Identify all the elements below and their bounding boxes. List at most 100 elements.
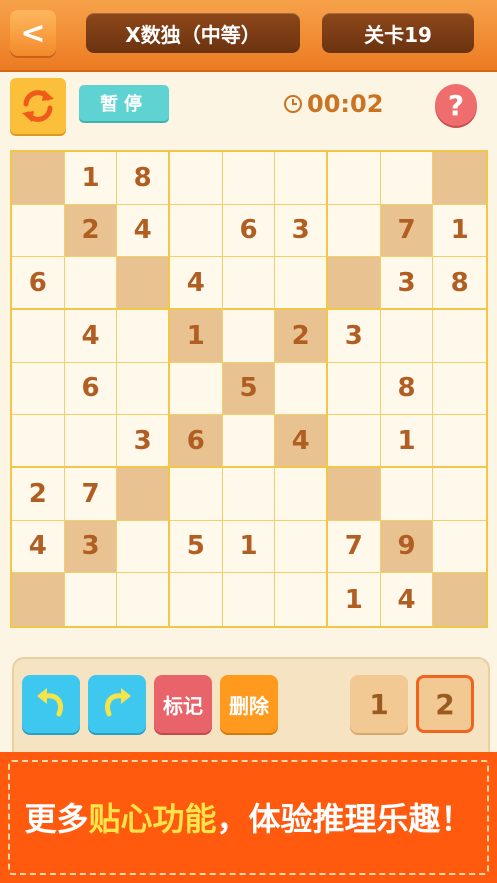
board-cell-r9c7[interactable]: 1 (328, 573, 381, 626)
board-cell-r6c7[interactable] (328, 415, 381, 468)
board-cell-r2c8[interactable]: 7 (380, 204, 434, 258)
board-cell-r5c8[interactable]: 8 (380, 362, 434, 416)
board-cell-r7c4[interactable] (170, 468, 223, 521)
board-cell-r3c6[interactable] (275, 257, 328, 310)
board-cell-r4c3[interactable] (117, 310, 170, 363)
board-cell-r5c3[interactable] (117, 362, 170, 416)
board-cell-r9c3[interactable] (117, 573, 170, 626)
back-button[interactable]: < (10, 10, 56, 56)
board-cell-r5c9[interactable] (433, 363, 486, 416)
board-cell-r3c8[interactable]: 3 (380, 257, 434, 310)
board-cell-r9c9[interactable] (433, 573, 486, 626)
clock-icon (284, 95, 302, 113)
board-cell-r1c4[interactable] (170, 152, 223, 205)
board-cell-r9c1[interactable] (12, 573, 65, 626)
toolbar: 暂停 00:02 ? (0, 72, 497, 140)
board-cell-r4c1[interactable] (12, 310, 65, 363)
delete-button[interactable]: 删除 (220, 675, 278, 733)
board-cell-r3c2[interactable] (64, 257, 118, 310)
board-cell-r2c5[interactable]: 6 (222, 204, 276, 258)
game-title: X数独（中等） (86, 13, 300, 53)
top-bar: < X数独（中等） 关卡19 (0, 0, 497, 72)
board-cell-r1c2[interactable]: 1 (64, 152, 118, 205)
undo-button[interactable] (22, 675, 80, 733)
board-cell-r8c8[interactable]: 9 (380, 520, 434, 574)
back-arrow-icon: < (20, 15, 46, 51)
board-cell-r7c6[interactable] (275, 468, 328, 521)
banner-highlight: 贴心功能 (88, 800, 217, 838)
board-cell-r3c5[interactable] (222, 257, 276, 310)
board-cell-r4c6[interactable]: 2 (275, 310, 328, 363)
board-cell-r6c2[interactable] (64, 415, 118, 468)
board-cell-r6c4[interactable]: 6 (170, 415, 223, 468)
board-cell-r8c1[interactable]: 4 (12, 520, 65, 574)
board-cell-r2c7[interactable] (328, 204, 381, 258)
board-cell-r7c5[interactable] (222, 468, 276, 521)
board-cell-r9c5[interactable] (223, 573, 276, 626)
board-cell-r2c3[interactable]: 4 (117, 204, 170, 258)
board-cell-r7c3[interactable] (117, 468, 170, 521)
board-cell-r5c2[interactable]: 6 (64, 362, 118, 416)
board-cell-r6c1[interactable] (12, 415, 65, 468)
board-cell-r9c6[interactable] (275, 573, 328, 626)
board-cell-r1c1[interactable] (12, 152, 65, 205)
board-cell-r1c7[interactable] (328, 152, 381, 205)
board-cell-r5c1[interactable] (12, 362, 65, 416)
redo-button[interactable] (88, 675, 146, 733)
board-cell-r5c5[interactable]: 5 (222, 362, 276, 416)
board-cell-r4c9[interactable] (433, 310, 486, 363)
mark-button[interactable]: 标记 (154, 675, 212, 733)
number-key-2[interactable]: 2 (416, 675, 474, 733)
board-cell-r1c5[interactable] (222, 152, 276, 205)
board-cell-r5c6[interactable] (275, 362, 328, 416)
board-cell-r4c4[interactable]: 1 (170, 310, 223, 363)
board-cell-r1c6[interactable] (275, 152, 328, 205)
number-key-1[interactable]: 1 (350, 675, 408, 733)
board-cell-r4c7[interactable]: 3 (328, 310, 381, 363)
board-cell-r7c8[interactable] (380, 468, 434, 521)
board-cell-r8c9[interactable] (433, 521, 486, 574)
board-cell-r7c7[interactable] (328, 468, 381, 521)
board-cell-r3c7[interactable] (328, 257, 381, 310)
board-cell-r2c1[interactable] (12, 204, 65, 258)
pause-button[interactable]: 暂停 (79, 85, 169, 121)
board-cell-r8c6[interactable] (275, 520, 328, 574)
board-cell-r3c4[interactable]: 4 (170, 257, 223, 310)
board-cell-r7c1[interactable]: 2 (12, 468, 65, 521)
board-cell-r2c2[interactable]: 2 (64, 204, 118, 258)
help-button[interactable]: ? (435, 84, 477, 126)
board-cell-r9c2[interactable] (65, 573, 118, 626)
board-cell-r2c9[interactable]: 1 (433, 205, 486, 258)
board-cell-r6c3[interactable]: 3 (117, 415, 170, 468)
board-cell-r6c6[interactable]: 4 (275, 415, 328, 468)
board-cell-r5c4[interactable] (170, 362, 223, 416)
board-cell-r4c5[interactable] (222, 310, 276, 363)
restart-button[interactable] (10, 78, 66, 134)
board-cell-r2c6[interactable]: 3 (275, 204, 328, 258)
promo-banner: 更多贴心功能，体验推理乐趣！ (0, 752, 497, 883)
board-cell-r3c1[interactable]: 6 (12, 257, 65, 310)
board-cell-r7c9[interactable] (433, 468, 486, 521)
board-cell-r5c7[interactable] (328, 362, 381, 416)
board-cell-r9c4[interactable] (170, 573, 223, 626)
board-cell-r1c8[interactable] (380, 152, 434, 205)
board-cell-r6c5[interactable] (222, 415, 276, 468)
board-cell-r8c2[interactable]: 3 (64, 520, 118, 574)
board-cell-r4c2[interactable]: 4 (64, 310, 118, 363)
board-cell-r8c7[interactable]: 7 (328, 520, 381, 574)
board-cell-r6c8[interactable]: 1 (380, 415, 434, 468)
board-cell-r6c9[interactable] (433, 415, 486, 468)
board-cell-r1c3[interactable]: 8 (117, 152, 170, 205)
board-cell-r8c3[interactable] (117, 520, 170, 574)
undo-icon (37, 688, 63, 717)
board-cell-r4c8[interactable] (380, 310, 434, 363)
board-cell-r2c4[interactable] (170, 204, 223, 258)
board-cell-r3c3[interactable] (117, 257, 170, 310)
board-cell-r8c5[interactable]: 1 (222, 520, 276, 574)
board-cell-r3c9[interactable]: 8 (433, 257, 486, 310)
board-cell-r1c9[interactable] (433, 152, 486, 205)
board-cell-r7c2[interactable]: 7 (64, 468, 118, 521)
board-cell-r9c8[interactable]: 4 (381, 573, 434, 626)
board-cell-r8c4[interactable]: 5 (170, 520, 223, 574)
level-text: 关卡19 (364, 22, 432, 47)
